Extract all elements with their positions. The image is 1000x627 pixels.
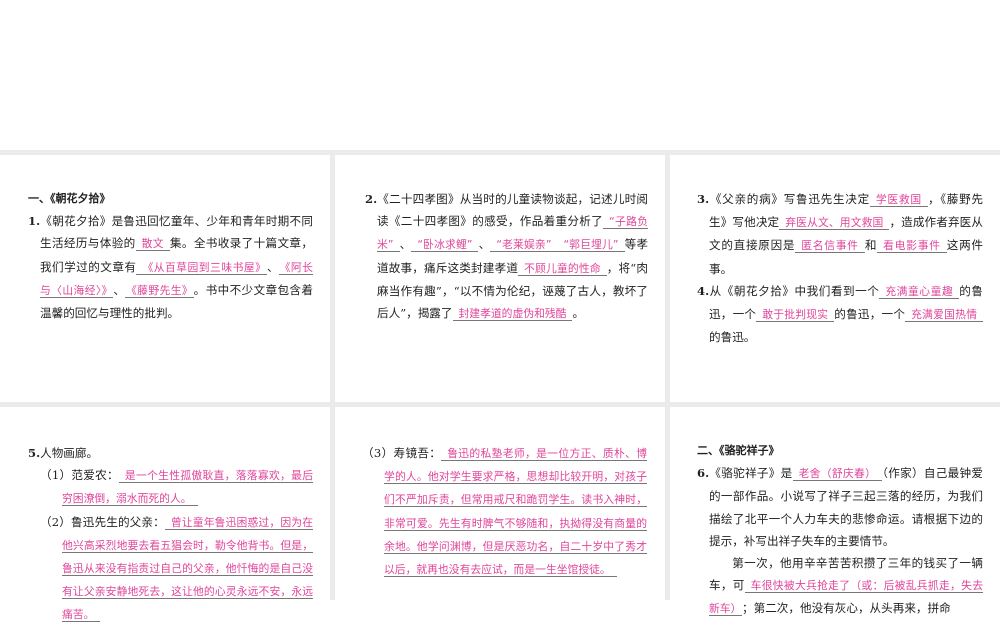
question-5-1: （1）范爱农： 是一个生性孤傲耿直，落落寡欢，最后穷困潦倒，溺水而死的人。 <box>40 464 313 510</box>
question-text: 。 <box>572 306 585 321</box>
question-text: 、 <box>399 237 412 252</box>
question-text: （3）寿镜吾： <box>362 446 442 460</box>
answer-blank: 弃医从文、用文救国 <box>779 216 890 231</box>
answer-blank: 曾让童年鲁迅困惑过，因为在他兴高采烈地要去看五猖会时，勒令他背书。但是，鲁迅从来… <box>62 515 313 623</box>
card-3: 3.《父亲的病》写鲁迅先生决定 学医救国 ，《藤野先生》写他决定 弃医从文、用文救国，… <box>697 188 983 348</box>
answer-blank: 学医救国 <box>869 193 928 207</box>
question-text: 《骆驼祥子》是 <box>709 466 793 481</box>
question-number: 5. <box>28 446 41 460</box>
question-text: 的鲁迅，一个 <box>834 307 906 322</box>
question-5-3: （3）寿镜吾： 鲁迅的私塾老师，是一位方正、质朴、博学的人。他对学生要求严格，思想… <box>362 442 647 581</box>
question-5: 5.人物画廊。 <box>28 442 313 464</box>
question-1: 1.《朝花夕拾》是鲁迅回忆童年、少年和青年时期不同生活经历与体验的 散文 集。全书收… <box>28 210 313 324</box>
card-6: 二、《骆驼祥子》 6.《骆驼祥子》是 老舍（舒庆春） （作家）自己最钟爱的一部作品。… <box>697 440 983 621</box>
answer-blank: “郭巨埋儿” <box>557 238 625 253</box>
answer-blank: 封建孝道的虚伪和残酷 <box>452 307 573 322</box>
answer-blank: 充满爱国热情 <box>905 308 983 323</box>
question-text: ；第二次，他没有灰心，从头再来，拼命 <box>742 601 951 616</box>
section-title: 一、《朝花夕拾》 <box>28 192 111 205</box>
question-text: 、 <box>113 282 126 297</box>
question-3: 3.《父亲的病》写鲁迅先生决定 学医救国 ，《藤野先生》写他决定 弃医从文、用文救国，… <box>697 188 983 280</box>
answer-blank: 《藤野先生》 <box>125 283 194 298</box>
card-4: 5.人物画廊。 （1）范爱农： 是一个生性孤傲耿直，落落寡欢，最后穷困潦倒，溺水而… <box>28 442 313 627</box>
column-divider <box>330 150 335 600</box>
question-text: 《父亲的病》写鲁迅先生决定 <box>709 192 870 206</box>
answer-blank: 散文 <box>135 237 170 252</box>
answer-blank: 敢于批判现实 <box>756 308 835 323</box>
question-text: （2）鲁迅先生的父亲： <box>40 514 165 529</box>
answer-blank: 看电影事件 <box>877 239 947 254</box>
card-2: 2.《二十四孝图》从当时的儿童读物谈起，记述儿时阅读《二十四孝图》的感受，作品着… <box>365 188 648 325</box>
question-text: 和 <box>864 238 878 253</box>
question-text: 人物画廊。 <box>40 446 99 460</box>
answer-blank: “卧冰求鲤” <box>411 238 479 253</box>
answer-blank: 鲁迅的私塾老师，是一位方正、质朴、博学的人。他对学生要求严格，思想却比较开明，对… <box>384 447 647 578</box>
answer-blank: 充满童心童趣 <box>879 284 960 299</box>
question-4: 4.从《朝花夕拾》中我们看到一个 充满童心童趣 的鲁迅，一个 敢于批判现实 的鲁迅，一个… <box>697 280 983 349</box>
question-6: 6.《骆驼祥子》是 老舍（舒庆春） （作家）自己最钟爱的一部作品。小说写了祥子三起三… <box>697 462 983 552</box>
answer-blank: 匿名信事件 <box>795 239 865 254</box>
question-number: 2. <box>365 192 378 206</box>
section-title: 二、《骆驼祥子》 <box>697 444 780 457</box>
question-number: 6. <box>697 466 710 481</box>
question-text: 的鲁迅。 <box>709 330 756 345</box>
top-divider <box>0 150 1000 155</box>
question-text: 、 <box>266 259 280 274</box>
question-text: （1）范爱农： <box>40 468 119 483</box>
question-number: 1. <box>28 214 41 229</box>
question-2: 2.《二十四孝图》从当时的儿童读物谈起，记述儿时阅读《二十四孝图》的感受，作品着… <box>365 188 648 325</box>
question-number: 4. <box>697 283 710 298</box>
answer-blank: 不顾儿童的性命 <box>518 261 607 276</box>
question-number: 3. <box>697 192 710 206</box>
column-divider <box>665 150 670 600</box>
answer-blank: 《从百草园到三味书屋》 <box>136 260 267 275</box>
question-6-paragraph: 第一次，他用辛辛苦苦积攒了三年的钱买了一辆车，可 车很快被大兵抢走了（或：后被乱兵… <box>709 552 983 621</box>
answer-blank: 老舍（舒庆春） <box>792 467 883 482</box>
card-5: （3）寿镜吾： 鲁迅的私塾老师，是一位方正、质朴、博学的人。他对学生要求严格，思想… <box>362 442 647 581</box>
middle-divider <box>0 402 1000 407</box>
answer-blank: “老莱娱亲” <box>490 238 558 253</box>
question-text: 、 <box>478 237 491 252</box>
card-1: 一、《朝花夕拾》 1.《朝花夕拾》是鲁迅回忆童年、少年和青年时期不同生活经历与体… <box>28 188 313 324</box>
question-5-2: （2）鲁迅先生的父亲： 曾让童年鲁迅困惑过，因为在他兴高采烈地要去看五猖会时，勒令… <box>40 511 313 627</box>
question-text: 从《朝花夕拾》中我们看到一个 <box>709 283 880 298</box>
